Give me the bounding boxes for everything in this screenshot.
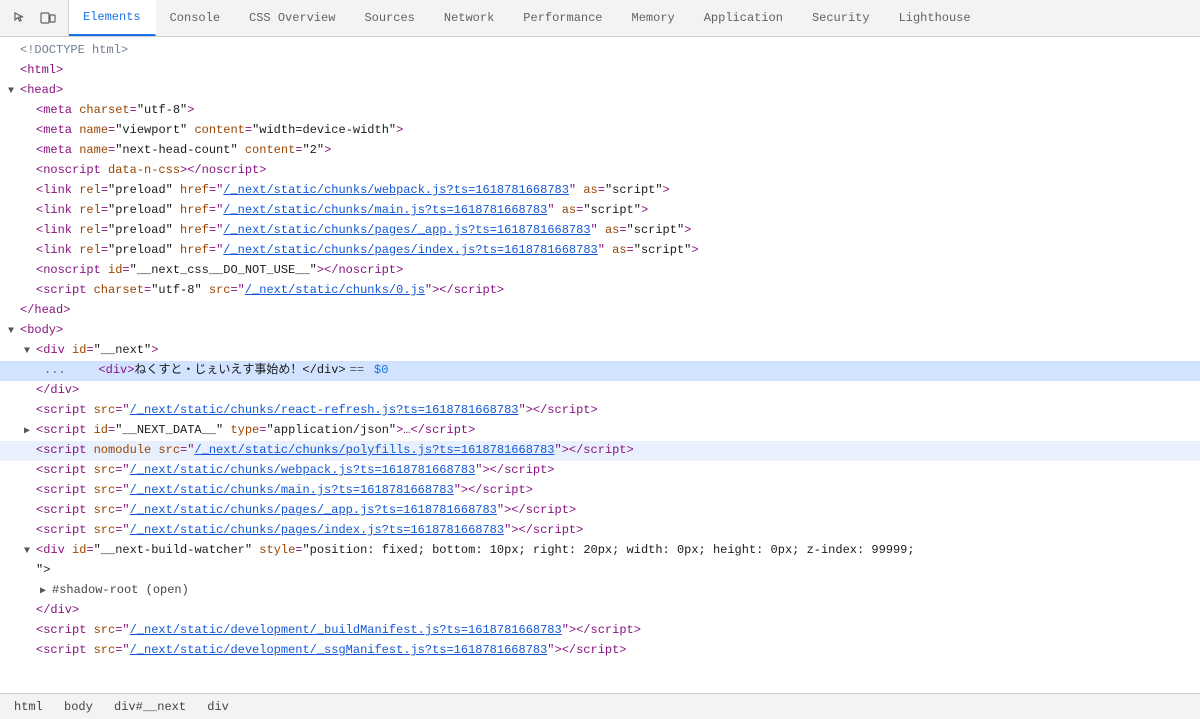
line-body-open[interactable]: <body> [0, 321, 1200, 341]
line-div-build-watcher-open[interactable]: <div id="__next-build-watcher" style="po… [0, 541, 1200, 561]
next-data-triangle[interactable] [24, 424, 36, 440]
line-shadow-root[interactable]: #shadow-root (open) [0, 581, 1200, 601]
no-triangle [24, 524, 36, 540]
line-div-japanese[interactable]: ... <div>ねくすと・じぇいえす事始め！</div> == $0 [0, 361, 1200, 381]
no-triangle [24, 184, 36, 200]
line-script-css-manifest[interactable]: <script src="/_next/static/development/_… [0, 641, 1200, 661]
line-div-next-open[interactable]: <div id="__next"> [0, 341, 1200, 361]
line-meta-charset[interactable]: <meta charset="utf-8"> [0, 101, 1200, 121]
no-triangle [24, 104, 36, 120]
no-triangle [24, 264, 36, 280]
no-triangle [24, 204, 36, 220]
tab-console[interactable]: Console [156, 0, 235, 36]
no-triangle [24, 404, 36, 420]
breadcrumb-sep-3 [193, 700, 200, 714]
breadcrumb-div-next[interactable]: div#__next [108, 698, 192, 716]
no-triangle [24, 624, 36, 640]
line-meta-viewport[interactable]: <meta name="viewport" content="width=dev… [0, 121, 1200, 141]
no-triangle [24, 124, 36, 140]
line-div-build-watcher-close[interactable]: </div> [0, 601, 1200, 621]
no-triangle [24, 504, 36, 520]
inspect-icon[interactable] [8, 6, 32, 30]
tab-performance[interactable]: Performance [509, 0, 617, 36]
tab-memory[interactable]: Memory [618, 0, 690, 36]
tab-bar: Elements Console CSS Overview Sources Ne… [0, 0, 1200, 37]
devtools-icons [0, 0, 69, 36]
no-triangle [24, 284, 36, 300]
shadow-root-triangle[interactable] [40, 584, 52, 600]
breadcrumb-div[interactable]: div [201, 698, 235, 716]
line-link-pages-index[interactable]: <link rel="preload" href="/_next/static/… [0, 241, 1200, 261]
tab-sources[interactable]: Sources [350, 0, 429, 36]
tab-elements[interactable]: Elements [69, 0, 156, 36]
line-script-0js[interactable]: <script charset="utf-8" src="/_next/stat… [0, 281, 1200, 301]
no-triangle [24, 484, 36, 500]
line-script-next-data[interactable]: <script id="__NEXT_DATA__" type="applica… [0, 421, 1200, 441]
line-link-main[interactable]: <link rel="preload" href="/_next/static/… [0, 201, 1200, 221]
no-triangle [24, 444, 36, 460]
line-script-webpack[interactable]: <script src="/_next/static/chunks/webpac… [0, 461, 1200, 481]
device-toggle-icon[interactable] [36, 6, 60, 30]
line-script-react-refresh[interactable]: <script src="/_next/static/chunks/react-… [0, 401, 1200, 421]
div-next-triangle[interactable] [24, 344, 36, 360]
no-triangle [8, 304, 20, 320]
breadcrumb-sep-1 [50, 700, 57, 714]
build-watcher-triangle[interactable] [24, 544, 36, 560]
no-triangle [24, 164, 36, 180]
breadcrumb-bar: html body div#__next div [0, 693, 1200, 719]
breadcrumb-html[interactable]: html [8, 698, 49, 716]
line-head-close[interactable]: </head> [0, 301, 1200, 321]
tab-application[interactable]: Application [690, 0, 798, 36]
no-triangle [8, 64, 20, 80]
line-div-build-watcher-cont[interactable]: "> [0, 561, 1200, 581]
line-doctype[interactable]: <!DOCTYPE html> [0, 41, 1200, 61]
line-link-webpack[interactable]: <link rel="preload" href="/_next/static/… [0, 181, 1200, 201]
no-triangle [24, 604, 36, 620]
tab-css-overview[interactable]: CSS Overview [235, 0, 350, 36]
no-triangle [8, 44, 20, 60]
no-triangle [24, 244, 36, 260]
line-meta-head-count[interactable]: <meta name="next-head-count" content="2"… [0, 141, 1200, 161]
tab-lighthouse[interactable]: Lighthouse [885, 0, 986, 36]
no-triangle [24, 564, 36, 580]
line-div-close[interactable]: </div> [0, 381, 1200, 401]
line-script-pages-index[interactable]: <script src="/_next/static/chunks/pages/… [0, 521, 1200, 541]
line-html-open[interactable]: <html> [0, 61, 1200, 81]
line-link-pages-app[interactable]: <link rel="preload" href="/_next/static/… [0, 221, 1200, 241]
line-script-pages-app[interactable]: <script src="/_next/static/chunks/pages/… [0, 501, 1200, 521]
tab-security[interactable]: Security [798, 0, 885, 36]
no-triangle [24, 644, 36, 660]
no-triangle [24, 144, 36, 160]
no-triangle [24, 224, 36, 240]
line-noscript-css[interactable]: <noscript data-n-css></noscript> [0, 161, 1200, 181]
breadcrumb-sep-2 [100, 700, 107, 714]
breadcrumb-body[interactable]: body [58, 698, 99, 716]
line-script-build-manifest[interactable]: <script src="/_next/static/development/_… [0, 621, 1200, 641]
elements-panel: <!DOCTYPE html> <html> <head> <meta char… [0, 37, 1200, 693]
tab-network[interactable]: Network [430, 0, 509, 36]
line-script-polyfills[interactable]: <script nomodule src="/_next/static/chun… [0, 441, 1200, 461]
body-triangle[interactable] [8, 324, 20, 340]
line-script-main[interactable]: <script src="/_next/static/chunks/main.j… [0, 481, 1200, 501]
head-triangle[interactable] [8, 84, 20, 100]
line-noscript-css2[interactable]: <noscript id="__next_css__DO_NOT_USE__">… [0, 261, 1200, 281]
no-triangle [24, 384, 36, 400]
no-triangle [24, 464, 36, 480]
line-head-open[interactable]: <head> [0, 81, 1200, 101]
